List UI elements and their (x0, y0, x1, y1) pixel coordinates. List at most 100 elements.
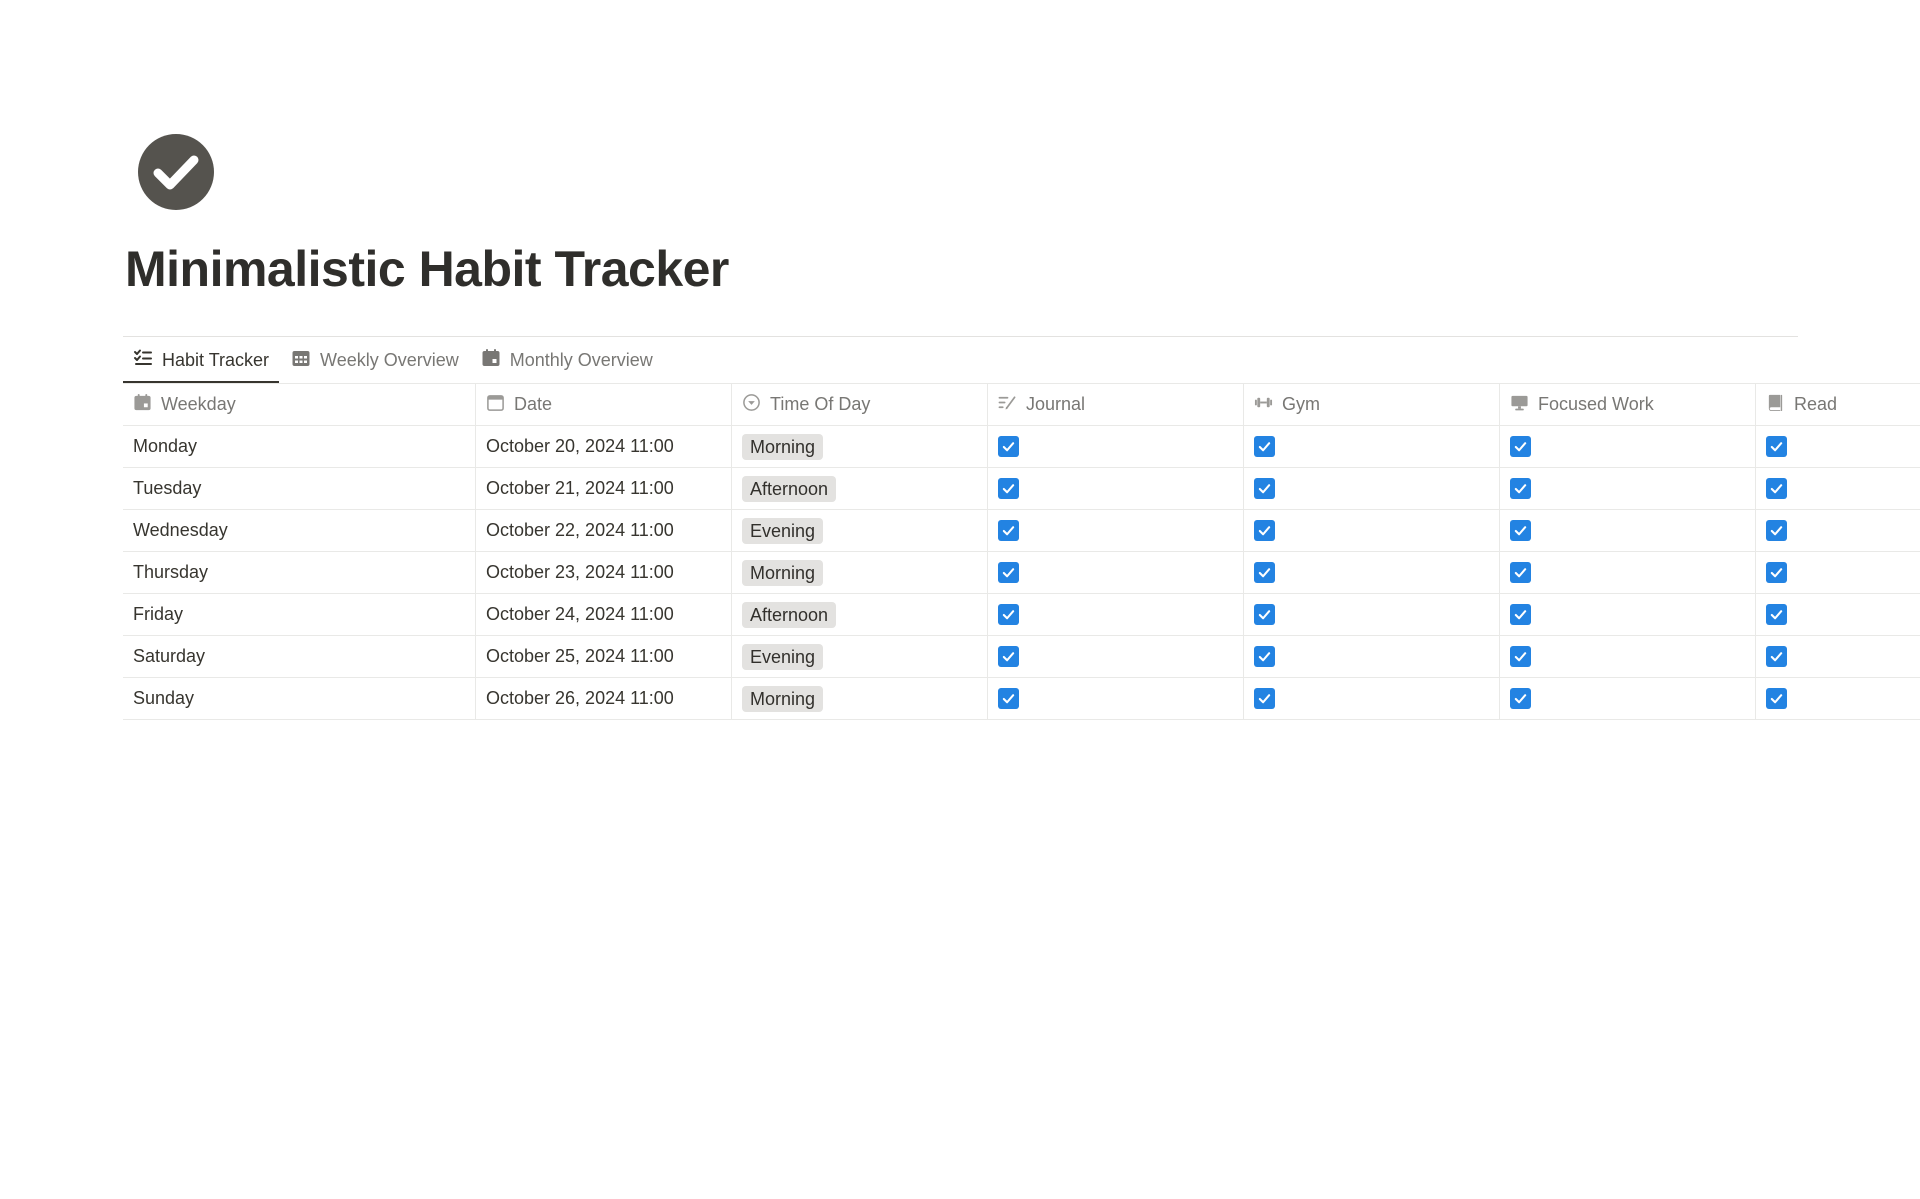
weekday-cell[interactable]: Sunday (123, 678, 475, 719)
journal-checkbox[interactable] (998, 436, 1019, 457)
journal-checkbox[interactable] (998, 478, 1019, 499)
weekday-value: Saturday (133, 646, 206, 666)
gym-checkbox[interactable] (1254, 520, 1275, 541)
date-value: October 20, 2024 11:00 (486, 436, 674, 456)
page-title[interactable]: Minimalistic Habit Tracker (125, 240, 729, 298)
focused-work-checkbox[interactable] (1510, 478, 1531, 499)
calendar-icon (481, 348, 501, 373)
journal-checkbox[interactable] (998, 520, 1019, 541)
focused-work-checkbox[interactable] (1510, 520, 1531, 541)
column-header-read[interactable]: Read (1755, 384, 1920, 425)
journal-checkbox[interactable] (998, 646, 1019, 667)
checkmark-icon (1002, 652, 1015, 662)
read-checkbox[interactable] (1766, 688, 1787, 709)
weekday-cell[interactable]: Monday (123, 426, 475, 467)
read-checkbox[interactable] (1766, 604, 1787, 625)
read-checkbox[interactable] (1766, 478, 1787, 499)
focused-work-checkbox[interactable] (1510, 604, 1531, 625)
journal-cell (987, 594, 1243, 635)
date-cell[interactable]: October 24, 2024 11:00 (475, 594, 731, 635)
time-of-day-tag: Morning (742, 685, 824, 712)
dumbbell-icon (1254, 393, 1273, 417)
column-header-label: Gym (1282, 394, 1320, 414)
read-cell (1755, 510, 1920, 551)
tab-habit-tracker[interactable]: Habit Tracker (123, 337, 280, 383)
focused-work-checkbox[interactable] (1510, 562, 1531, 583)
checkmark-icon (1258, 694, 1271, 704)
weekday-cell[interactable]: Wednesday (123, 510, 475, 551)
journal-checkbox[interactable] (998, 604, 1019, 625)
gym-checkbox[interactable] (1254, 646, 1275, 667)
checkmark-icon (1770, 526, 1783, 536)
column-header-weekday[interactable]: Weekday (123, 384, 475, 425)
table-header-row: Weekday Date Time Of Day Journal Gym Foc… (123, 384, 1920, 426)
time-of-day-cell[interactable]: Afternoon (731, 594, 987, 635)
focused-work-cell (1499, 636, 1755, 677)
time-of-day-tag: Afternoon (742, 601, 837, 628)
time-of-day-cell[interactable]: Morning (731, 552, 987, 593)
checkmark-icon (1002, 484, 1015, 494)
tab-weekly-overview[interactable]: Weekly Overview (281, 337, 469, 383)
weekday-cell[interactable]: Thursday (123, 552, 475, 593)
gym-checkbox[interactable] (1254, 604, 1275, 625)
date-cell[interactable]: October 21, 2024 11:00 (475, 468, 731, 509)
journal-checkbox[interactable] (998, 562, 1019, 583)
date-value: October 25, 2024 11:00 (486, 646, 674, 666)
tab-label: Weekly Overview (320, 349, 459, 370)
read-checkbox[interactable] (1766, 520, 1787, 541)
journal-checkbox[interactable] (998, 688, 1019, 709)
journal-cell (987, 552, 1243, 593)
date-cell[interactable]: October 20, 2024 11:00 (475, 426, 731, 467)
focused-work-cell (1499, 594, 1755, 635)
table-row[interactable]: Tuesday October 21, 2024 11:00 Afternoon (123, 468, 1920, 510)
date-cell[interactable]: October 22, 2024 11:00 (475, 510, 731, 551)
table-row[interactable]: Monday October 20, 2024 11:00 Morning (123, 426, 1920, 468)
column-header-journal[interactable]: Journal (987, 384, 1243, 425)
weekday-cell[interactable]: Saturday (123, 636, 475, 677)
table-row[interactable]: Friday October 24, 2024 11:00 Afternoon (123, 594, 1920, 636)
column-header-date[interactable]: Date (475, 384, 731, 425)
journal-cell (987, 678, 1243, 719)
checkmark-icon (1770, 568, 1783, 578)
check-circle-icon[interactable] (138, 134, 214, 210)
time-of-day-cell[interactable]: Morning (731, 678, 987, 719)
checkmark-icon (1002, 694, 1015, 704)
gym-cell (1243, 468, 1499, 509)
focused-work-checkbox[interactable] (1510, 688, 1531, 709)
focused-work-checkbox[interactable] (1510, 646, 1531, 667)
gym-cell (1243, 510, 1499, 551)
gym-checkbox[interactable] (1254, 562, 1275, 583)
gym-checkbox[interactable] (1254, 436, 1275, 457)
tab-monthly-overview[interactable]: Monthly Overview (471, 337, 663, 383)
gym-checkbox[interactable] (1254, 688, 1275, 709)
time-of-day-cell[interactable]: Evening (731, 510, 987, 551)
weekday-value: Sunday (133, 688, 195, 708)
time-of-day-cell[interactable]: Evening (731, 636, 987, 677)
date-cell[interactable]: October 26, 2024 11:00 (475, 678, 731, 719)
table-row[interactable]: Thursday October 23, 2024 11:00 Morning (123, 552, 1920, 594)
table-row[interactable]: Wednesday October 22, 2024 11:00 Evening (123, 510, 1920, 552)
time-of-day-cell[interactable]: Morning (731, 426, 987, 467)
date-value: October 23, 2024 11:00 (486, 562, 674, 582)
table-row[interactable]: Saturday October 25, 2024 11:00 Evening (123, 636, 1920, 678)
weekday-cell[interactable]: Friday (123, 594, 475, 635)
date-cell[interactable]: October 25, 2024 11:00 (475, 636, 731, 677)
column-header-time-of-day[interactable]: Time Of Day (731, 384, 987, 425)
read-cell (1755, 636, 1920, 677)
weekday-cell[interactable]: Tuesday (123, 468, 475, 509)
focused-work-checkbox[interactable] (1510, 436, 1531, 457)
checkmark-icon (1258, 652, 1271, 662)
time-of-day-cell[interactable]: Afternoon (731, 468, 987, 509)
column-header-focused-work[interactable]: Focused Work (1499, 384, 1755, 425)
read-checkbox[interactable] (1766, 436, 1787, 457)
read-checkbox[interactable] (1766, 646, 1787, 667)
date-cell[interactable]: October 23, 2024 11:00 (475, 552, 731, 593)
checkmark-icon (1258, 526, 1271, 536)
checkmark-icon (1002, 568, 1015, 578)
column-header-gym[interactable]: Gym (1243, 384, 1499, 425)
read-cell (1755, 426, 1920, 467)
gym-checkbox[interactable] (1254, 478, 1275, 499)
checkmark-icon (1258, 610, 1271, 620)
table-row[interactable]: Sunday October 26, 2024 11:00 Morning (123, 678, 1920, 720)
read-checkbox[interactable] (1766, 562, 1787, 583)
